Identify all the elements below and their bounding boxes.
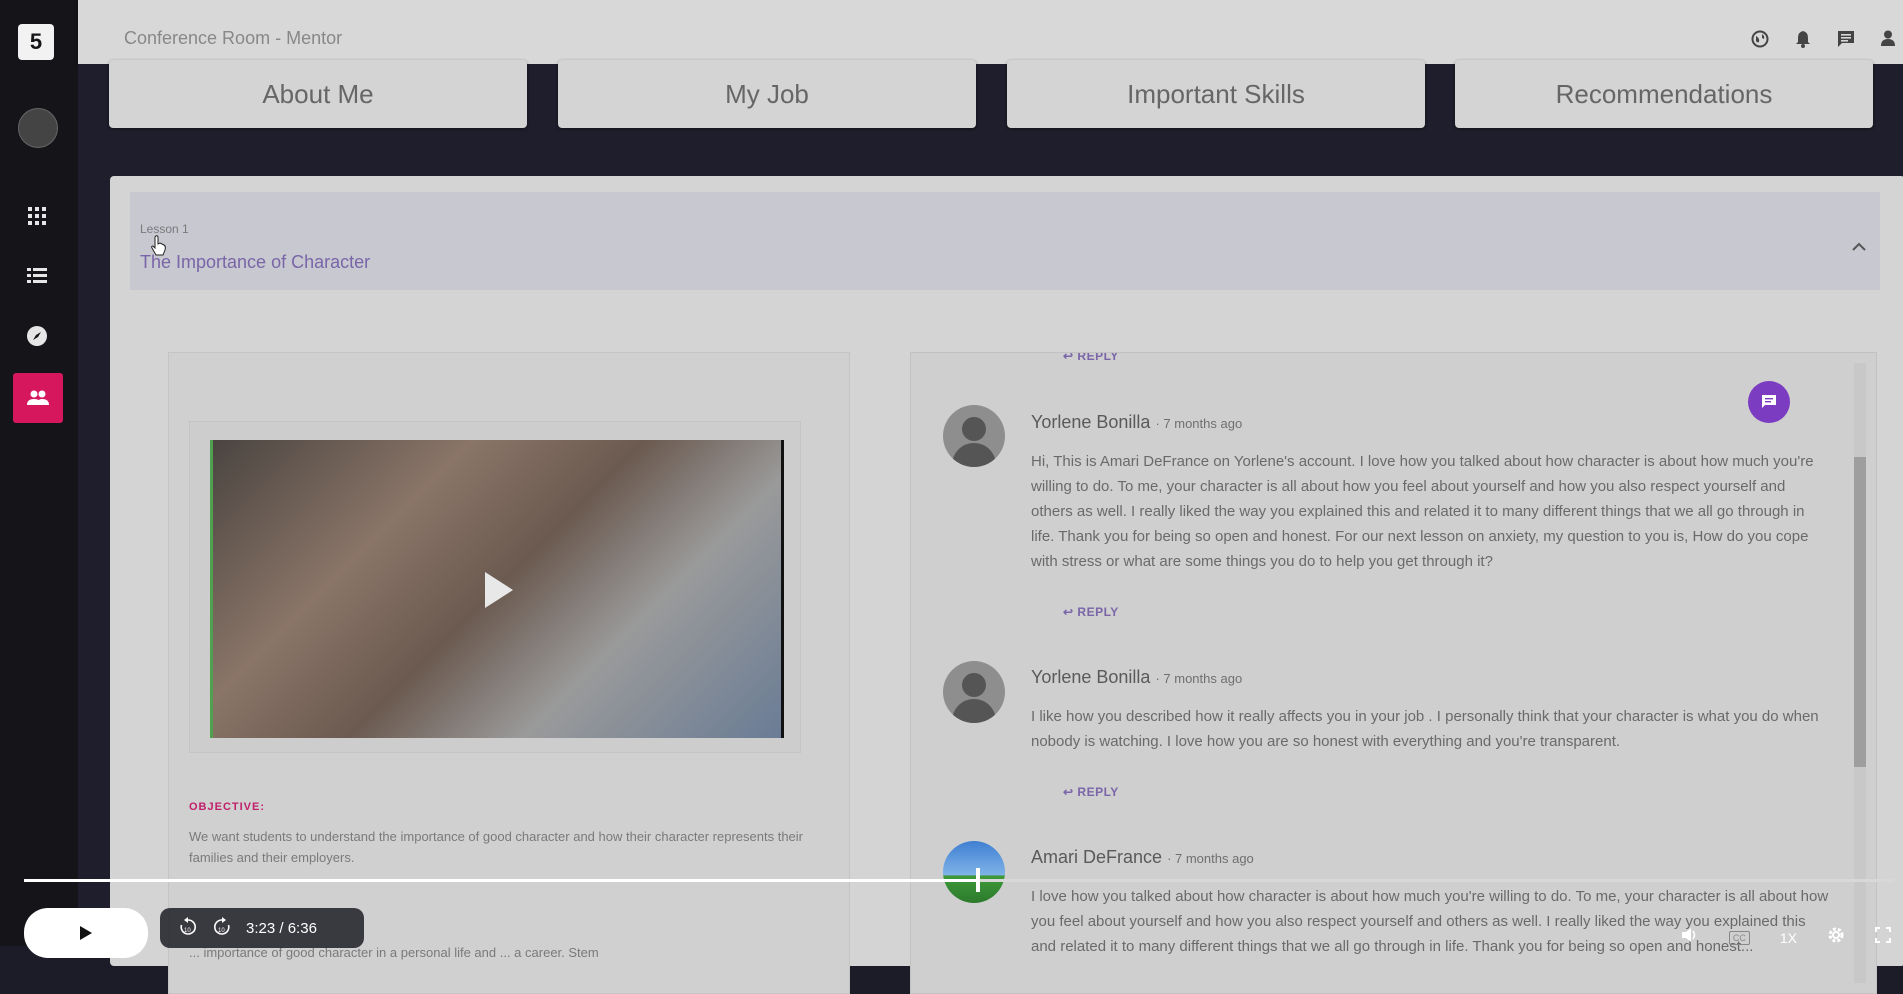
objective-label: OBJECTIVE: <box>189 801 266 813</box>
svg-text:10: 10 <box>184 928 191 934</box>
volume-icon[interactable] <box>1681 927 1699 948</box>
skip-back-10-icon[interactable]: 10 <box>178 916 198 940</box>
user-avatar[interactable] <box>18 108 58 148</box>
top-bar: Conference Room - Mentor <box>78 0 1903 64</box>
lesson-media-card: OBJECTIVE: We want students to understan… <box>168 352 850 994</box>
comment-time: · 7 months ago <box>1155 416 1243 431</box>
comments-panel: ↩ REPLY Yorlene Bonilla · 7 months ago H… <box>910 352 1877 994</box>
people-icon[interactable] <box>13 373 63 423</box>
fullscreen-icon[interactable] <box>1875 927 1891 948</box>
play-icon <box>80 926 92 940</box>
list-icon[interactable] <box>19 258 55 294</box>
reply-button[interactable]: ↩ REPLY <box>1063 785 1119 799</box>
new-comment-button[interactable] <box>1748 381 1790 423</box>
playback-speed-button[interactable]: 1X <box>1780 930 1797 946</box>
comment-text: I like how you described how it really a… <box>1031 708 1819 750</box>
hand-cursor-icon <box>151 235 166 256</box>
bell-icon[interactable] <box>1795 30 1811 53</box>
comment-avatar <box>943 841 1005 903</box>
lesson-title: The Importance of Character <box>140 252 371 272</box>
tab-about-me[interactable]: About Me <box>109 60 527 128</box>
app-logo[interactable]: 5 <box>18 24 54 60</box>
lesson-panel: Lesson 1 The Importance of Character OBJ… <box>110 176 1903 994</box>
tab-my-job[interactable]: My Job <box>558 60 976 128</box>
progress-fill <box>24 879 978 882</box>
comment-time: · 7 months ago <box>1155 671 1243 686</box>
svg-text:10: 10 <box>218 928 225 934</box>
reply-button[interactable]: ↩ REPLY <box>1063 352 1119 363</box>
compass-icon[interactable] <box>19 318 55 354</box>
reply-button[interactable]: ↩ REPLY <box>1063 605 1119 619</box>
video-container <box>189 421 801 753</box>
comment-avatar <box>943 661 1005 723</box>
apps-grid-icon[interactable] <box>19 198 55 234</box>
comment-avatar <box>943 405 1005 467</box>
chat-icon[interactable] <box>1837 30 1855 53</box>
progress-handle[interactable] <box>975 868 980 892</box>
tab-important-skills[interactable]: Important Skills <box>1007 60 1425 128</box>
video-thumbnail[interactable] <box>210 440 784 738</box>
comment-author: Amari DeFrance · 7 months ago <box>1031 847 1254 867</box>
comment-author: Yorlene Bonilla · 7 months ago <box>1031 667 1243 687</box>
comment-time: · 7 months ago <box>1167 851 1254 866</box>
lesson-header[interactable]: Lesson 1 The Importance of Character <box>130 192 1880 290</box>
left-sidebar: 5 <box>0 0 78 946</box>
main-content: About Me My Job Important Skills Recomme… <box>78 60 1903 994</box>
chevron-up-icon[interactable] <box>1852 238 1866 254</box>
time-display: 3:23 / 6:36 <box>246 919 317 937</box>
play-button[interactable] <box>24 908 148 958</box>
comment-author: Yorlene Bonilla · 7 months ago <box>1031 412 1243 432</box>
topbar-actions <box>1751 30 1895 53</box>
skip-forward-10-icon[interactable]: 10 <box>212 916 232 940</box>
play-icon[interactable] <box>485 572 513 608</box>
playback-controls: 10 10 3:23 / 6:36 <box>160 908 364 948</box>
captions-icon[interactable]: CC <box>1728 930 1750 945</box>
globe-icon[interactable] <box>1751 30 1769 53</box>
comment-text: Hi, This is Amari DeFrance on Yorlene's … <box>1031 453 1814 570</box>
scrollbar-thumb[interactable] <box>1854 457 1866 767</box>
objective-text: We want students to understand the impor… <box>189 829 803 865</box>
account-icon[interactable] <box>1881 30 1895 53</box>
reply-icon: ↩ <box>1063 785 1074 799</box>
reply-icon: ↩ <box>1063 352 1074 363</box>
comment-icon <box>1762 395 1776 408</box>
tab-recommendations[interactable]: Recommendations <box>1455 60 1873 128</box>
page-title: Conference Room - Mentor <box>124 28 343 48</box>
reply-icon: ↩ <box>1063 605 1074 619</box>
